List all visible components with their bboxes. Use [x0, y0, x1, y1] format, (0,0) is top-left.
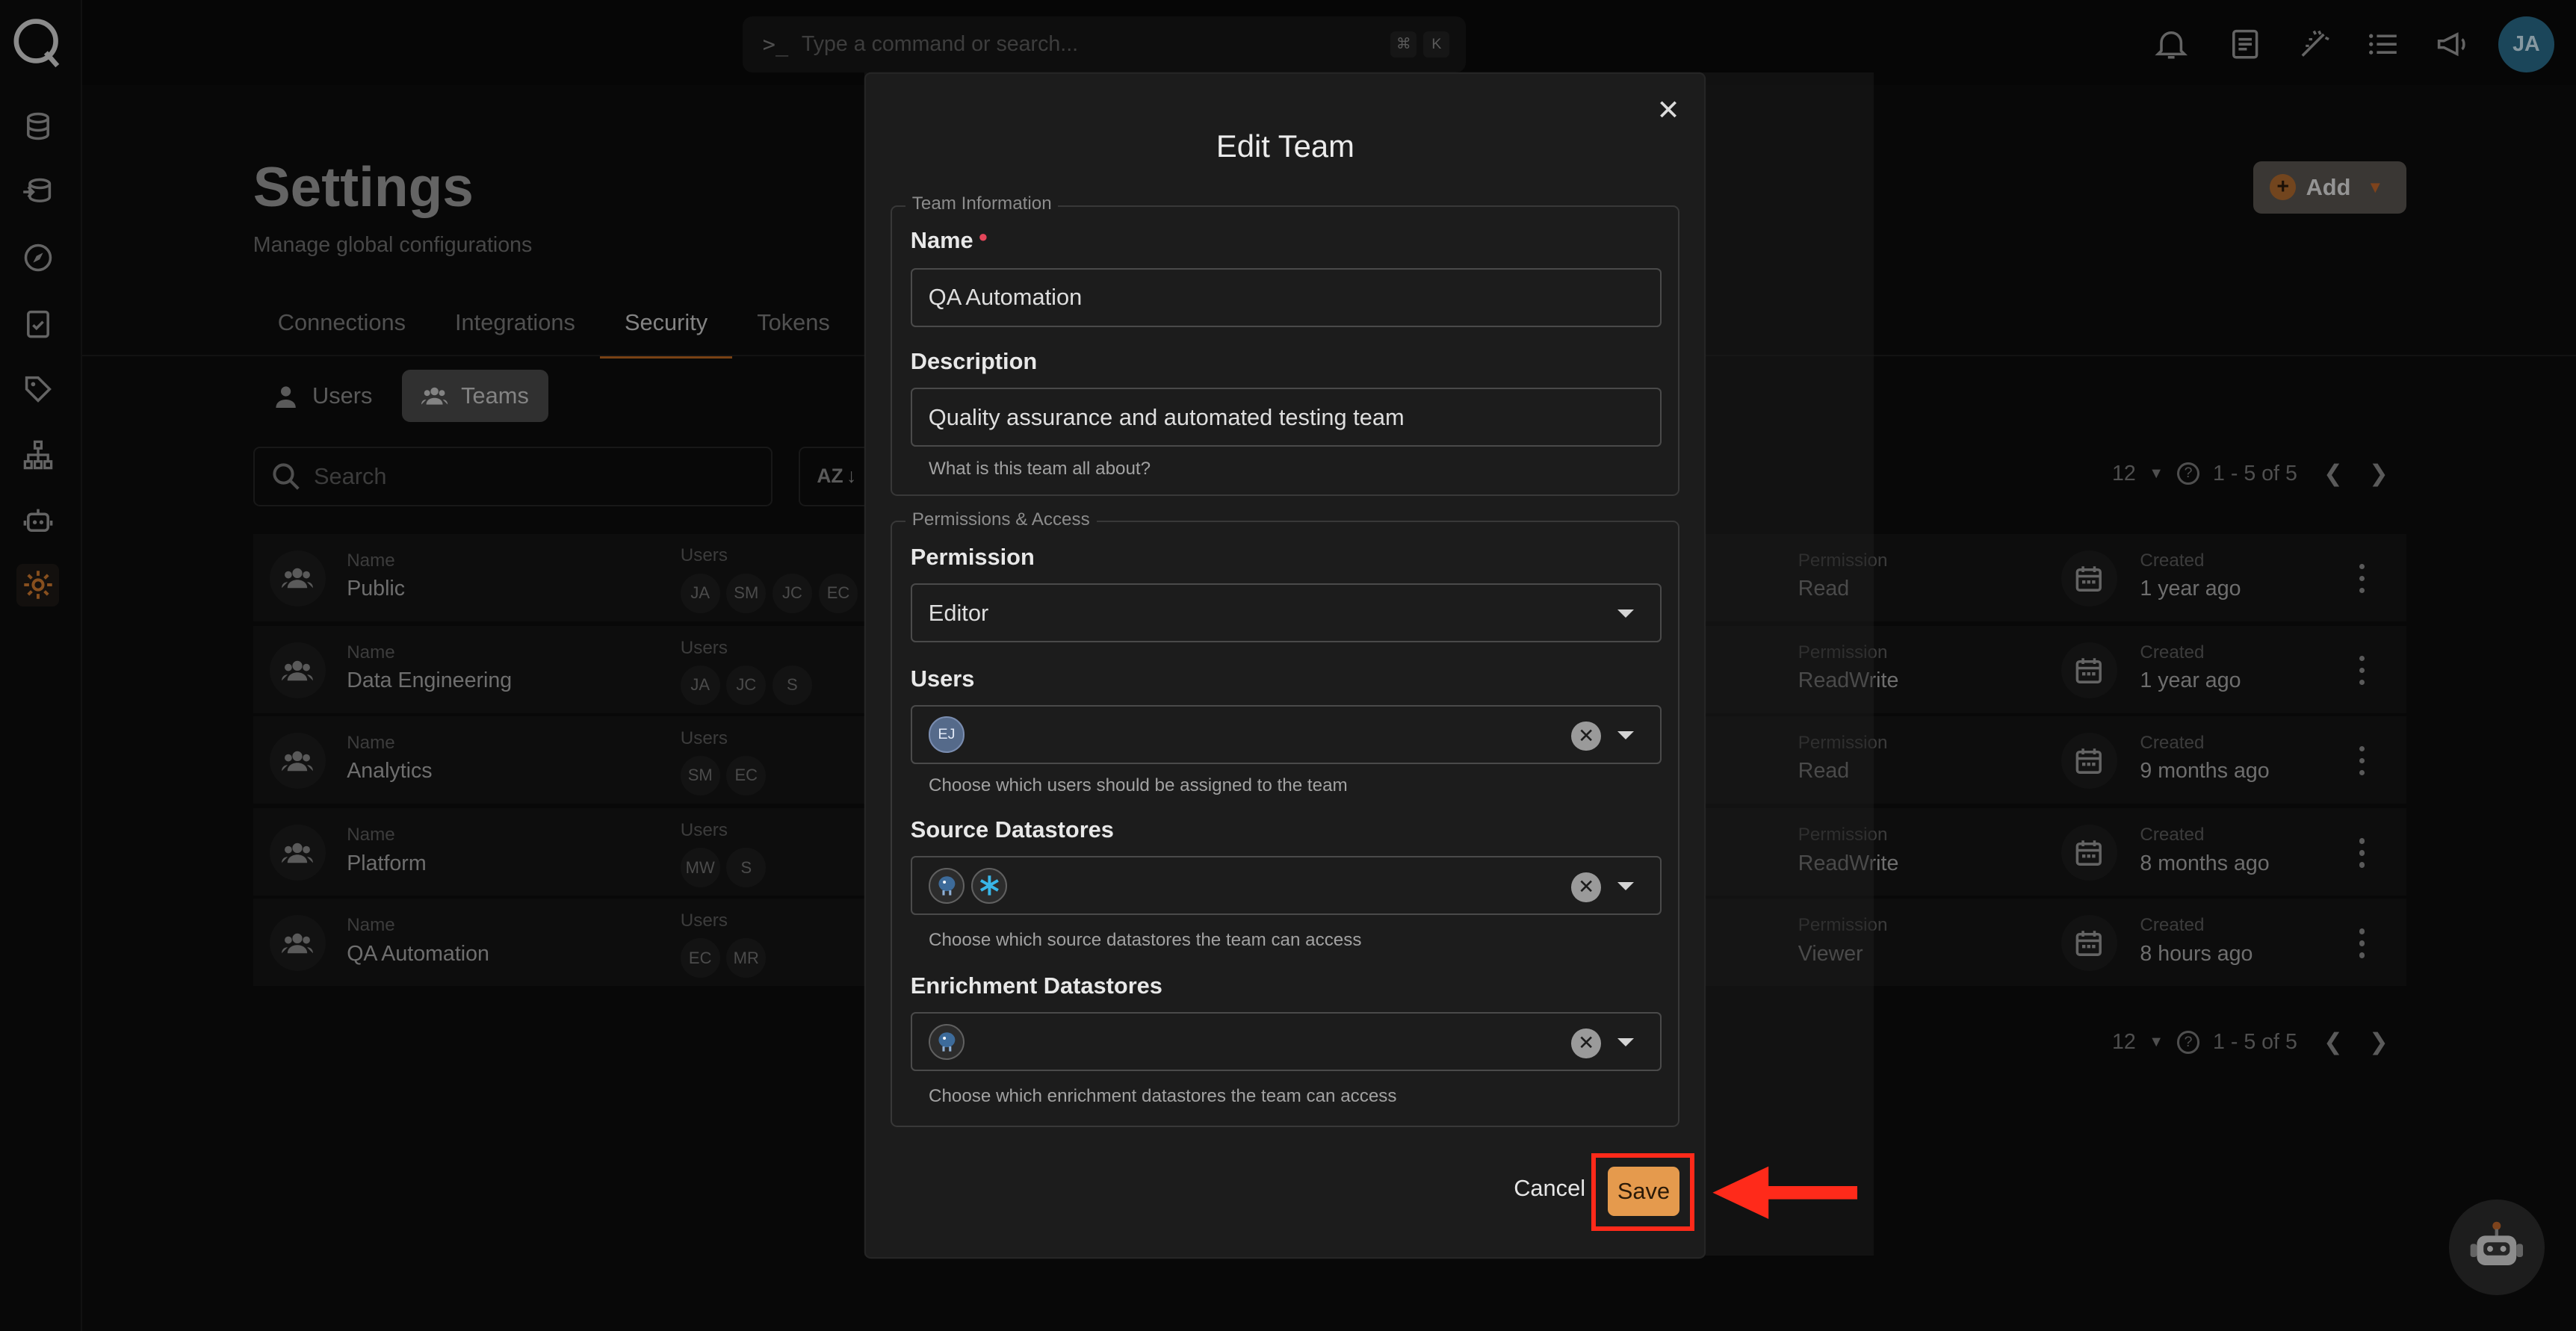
postgresql-datastore-icon[interactable]: [928, 1023, 965, 1060]
users-multiselect[interactable]: EJ ✕: [910, 704, 1662, 764]
name-label-text: Name: [910, 226, 973, 253]
description-value: Quality assurance and automated testing …: [928, 403, 1405, 430]
permission-value: Editor: [928, 599, 989, 626]
users-label: Users: [910, 666, 975, 692]
cancel-button[interactable]: Cancel: [1514, 1175, 1585, 1202]
required-indicator: ●: [978, 226, 988, 246]
enrichment-datastores-label: Enrichment Datastores: [910, 972, 1162, 999]
snowflake-datastore-icon[interactable]: [970, 867, 1008, 904]
clear-icon[interactable]: ✕: [1571, 1028, 1601, 1058]
team-information-legend: Team Information: [905, 193, 1059, 215]
source-datastores-label: Source Datastores: [910, 816, 1114, 843]
clear-icon[interactable]: ✕: [1571, 721, 1601, 751]
dialog-title: Edit Team: [1216, 128, 1354, 164]
dropdown-arrow-icon[interactable]: [1617, 730, 1634, 739]
permission-select[interactable]: Editor: [910, 583, 1662, 643]
name-field[interactable]: QA Automation: [910, 267, 1662, 327]
source-datastores-multiselect[interactable]: ✕: [910, 856, 1662, 916]
close-icon[interactable]: ✕: [1655, 96, 1681, 123]
name-label: Name ●: [911, 227, 988, 254]
dropdown-arrow-icon[interactable]: [1617, 1038, 1634, 1047]
description-field[interactable]: Quality assurance and automated testing …: [910, 388, 1662, 447]
description-label: Description: [910, 348, 1038, 375]
clear-icon[interactable]: ✕: [1571, 872, 1601, 902]
postgresql-datastore-icon[interactable]: [928, 867, 965, 904]
enrichment-datastores-help: Choose which enrichment datastores the t…: [928, 1086, 1397, 1107]
dropdown-arrow-icon[interactable]: [1617, 609, 1634, 618]
source-datastores-help: Choose which source datastores the team …: [928, 930, 1362, 951]
permission-label: Permission: [910, 544, 1035, 571]
save-button[interactable]: Save: [1607, 1167, 1680, 1216]
callout-arrow-icon: [1712, 1166, 1857, 1220]
enrichment-datastores-multiselect[interactable]: ✕: [910, 1012, 1662, 1072]
users-help: Choose which users should be assigned to…: [928, 775, 1348, 796]
edit-team-dialog: Edit Team ✕ Team Information Name ● QA Au…: [866, 74, 1705, 1257]
description-help: What is this team all about?: [928, 458, 1151, 479]
permissions-access-legend: Permissions & Access: [905, 509, 1097, 530]
dropdown-arrow-icon[interactable]: [1617, 882, 1634, 891]
user-chip-avatar[interactable]: EJ: [928, 716, 965, 753]
name-value: QA Automation: [928, 284, 1083, 311]
